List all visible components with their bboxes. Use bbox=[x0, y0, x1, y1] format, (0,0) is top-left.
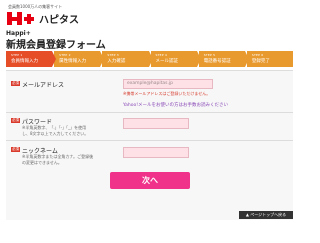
step-1: STEP 1 会員情報入力 bbox=[6, 51, 57, 67]
brand-name: ハピタス bbox=[39, 15, 79, 26]
back-to-top-button[interactable]: ▲ ページトップへ戻る bbox=[239, 211, 293, 219]
step-number: STEP 4 bbox=[155, 53, 168, 57]
step-6: STEP 6 登録完了 bbox=[246, 51, 294, 67]
row-divider bbox=[6, 140, 293, 141]
step-number: STEP 6 bbox=[251, 53, 264, 57]
email-notice: ※携帯メールアドレスはご登録いただけません。 bbox=[123, 91, 211, 96]
step-3: STEP 3 入力確認 bbox=[102, 51, 153, 67]
step-label: 電話番号認証 bbox=[203, 59, 231, 64]
required-badge: 必須 bbox=[11, 147, 20, 152]
registration-steps: STEP 1 会員情報入力 STEP 2 属性情報入力 STEP 3 入力確認 … bbox=[6, 51, 294, 67]
step-number: STEP 5 bbox=[203, 53, 216, 57]
required-badge: 必須 bbox=[11, 118, 20, 123]
page-title: 新規会員登録フォーム bbox=[6, 40, 106, 51]
step-label: 入力確認 bbox=[107, 59, 126, 64]
step-number: STEP 1 bbox=[11, 53, 23, 57]
step-number: STEP 3 bbox=[107, 53, 119, 57]
step-2: STEP 2 属性情報入力 bbox=[54, 51, 105, 67]
nickname-field[interactable] bbox=[123, 147, 189, 158]
nickname-note: ※半角英数字または全角カナ。ご登録後の変更はできません。 bbox=[22, 154, 94, 165]
row-divider bbox=[6, 112, 293, 113]
step-number: STEP 2 bbox=[59, 53, 71, 57]
email-placeholder: example@hapitas.jp bbox=[127, 81, 173, 86]
yahoo-mail-link[interactable]: Yahoo!メールをお使いの方はお手数お読みください bbox=[123, 102, 228, 108]
step-label: 会員情報入力 bbox=[11, 59, 38, 64]
required-badge: 必須 bbox=[11, 81, 20, 86]
email-field[interactable]: example@hapitas.jp bbox=[123, 79, 213, 89]
step-label: メール認証 bbox=[155, 59, 179, 64]
step-4: STEP 4 メール認証 bbox=[150, 51, 201, 67]
hapitas-logo-icon[interactable] bbox=[6, 11, 36, 26]
password-note: ※半角英数字、「.」「-」「_」を使用し、8文字以上で入力してください。 bbox=[22, 125, 89, 136]
password-field[interactable] bbox=[123, 118, 189, 129]
next-button[interactable]: 次へ bbox=[110, 172, 190, 189]
site-tagline: 会員数1000万人の集客サイト bbox=[8, 4, 63, 9]
email-label: メールアドレス bbox=[22, 82, 65, 89]
step-label: 登録完了 bbox=[251, 59, 270, 64]
step-5: STEP 5 電話番号認証 bbox=[198, 51, 250, 67]
step-label: 属性情報入力 bbox=[59, 59, 87, 64]
